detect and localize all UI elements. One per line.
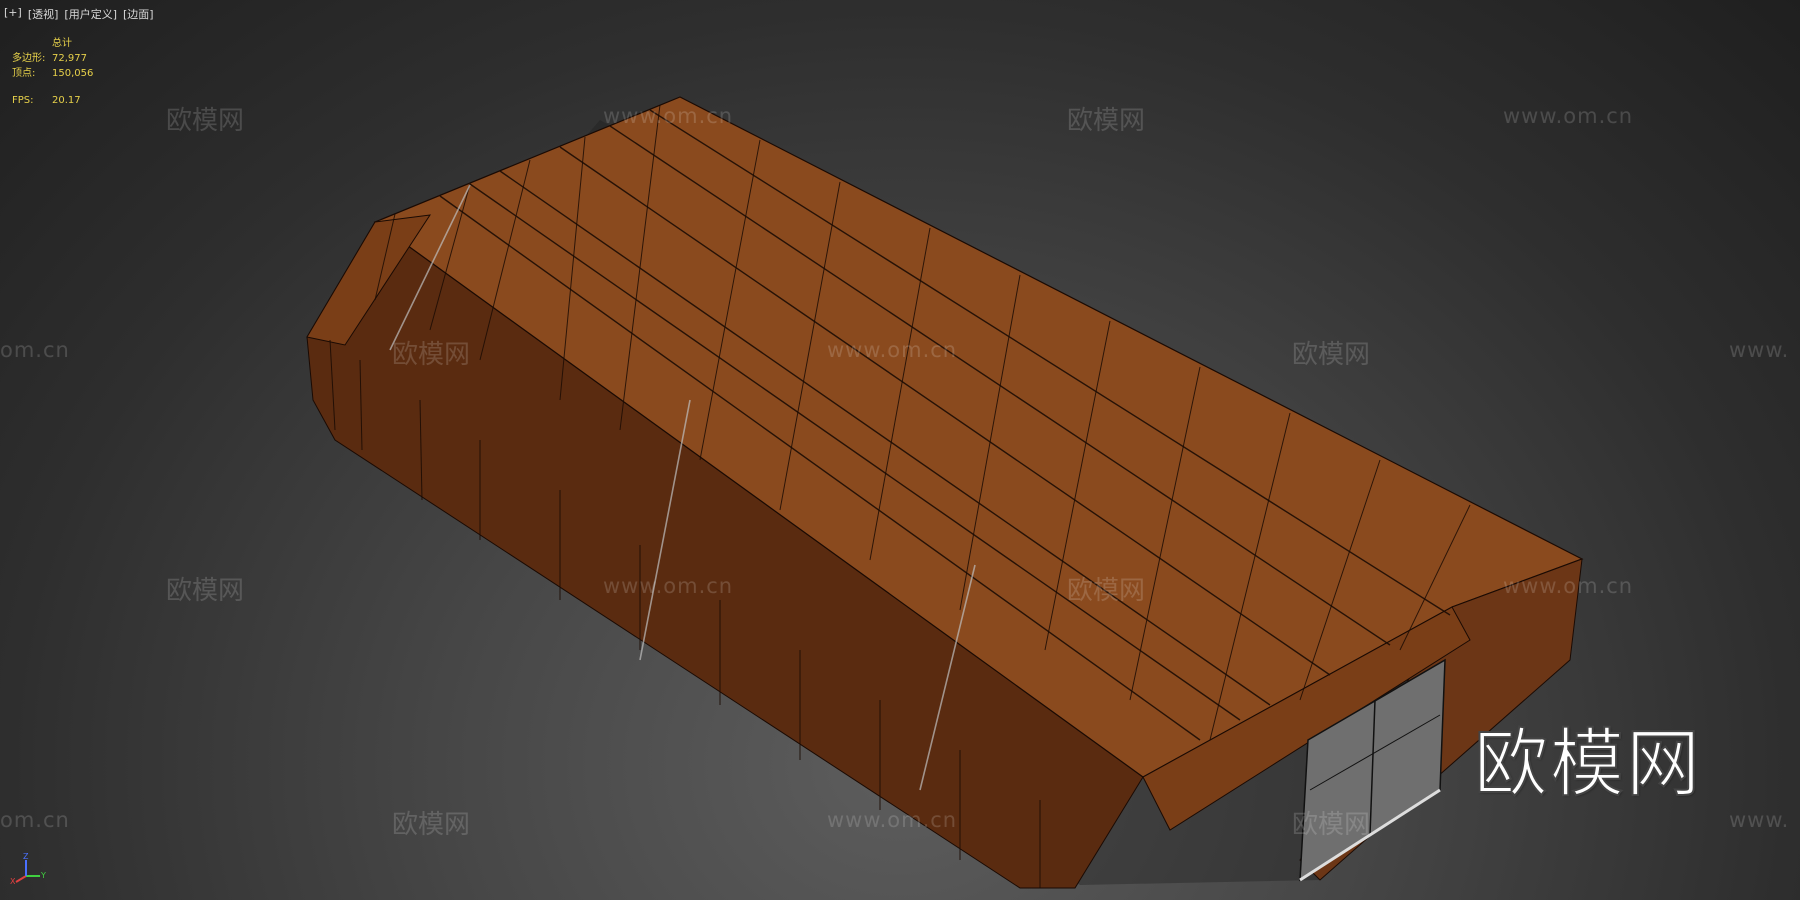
watermark-url: www.om.cn xyxy=(827,338,958,362)
vertices-label: 顶点: xyxy=(12,68,36,79)
watermark-url-partial: www. xyxy=(1729,338,1790,362)
axis-y-label: Y xyxy=(40,871,46,880)
watermark-brand: 欧模网 xyxy=(166,576,245,606)
polygons-label: 多边形: xyxy=(12,53,46,64)
axis-x-label: X xyxy=(10,877,16,886)
watermark-brand: 欧模网 xyxy=(1067,576,1146,606)
watermark-brand-large: 欧模网 xyxy=(1473,720,1702,808)
watermark-brand: 欧模网 xyxy=(1067,106,1146,136)
watermark-url-partial: om.cn xyxy=(0,808,70,832)
3d-viewport[interactable]: [+] [透视] [用户定义] [边面] 总计 多边形: 72,977 顶点: 15… xyxy=(0,0,1800,900)
polygons-value: 72,977 xyxy=(52,53,87,64)
watermark-url: www.om.cn xyxy=(603,574,734,598)
watermark-url: www.om.cn xyxy=(827,808,958,832)
axis-z-label: Z xyxy=(23,852,29,861)
watermark-brand: 欧模网 xyxy=(392,340,471,370)
viewport-display-menu[interactable]: [边面] xyxy=(123,6,154,22)
axis-gizmo-icon: X Y Z xyxy=(10,852,46,886)
watermark-url-partial: www. xyxy=(1729,808,1790,832)
watermark-url: www.om.cn xyxy=(1503,104,1634,128)
watermark-brand: 欧模网 xyxy=(392,810,471,840)
watermark-brand: 欧模网 xyxy=(1292,340,1371,370)
fps-value: 20.17 xyxy=(52,95,81,106)
watermark-url-partial: om.cn xyxy=(0,338,70,362)
fps-label: FPS: xyxy=(12,95,34,106)
viewport-shading-menu[interactable]: [用户定义] xyxy=(64,6,117,22)
watermark-url: www.om.cn xyxy=(1503,574,1634,598)
viewport-plus-menu[interactable]: [+] xyxy=(4,6,22,22)
watermark-brand: 欧模网 xyxy=(166,106,245,136)
watermark-brand: 欧模网 xyxy=(1292,810,1371,840)
stats-header: 总计 xyxy=(52,38,72,49)
watermark-url: www.om.cn xyxy=(603,104,734,128)
viewport-label-menu: [+] [透视] [用户定义] [边面] xyxy=(4,6,154,22)
viewport-view-menu[interactable]: [透视] xyxy=(28,6,59,22)
vertices-value: 150,056 xyxy=(52,68,94,79)
scene-statistics: 总计 多边形: 72,977 顶点: 150,056 FPS: 20.17 xyxy=(12,36,93,108)
